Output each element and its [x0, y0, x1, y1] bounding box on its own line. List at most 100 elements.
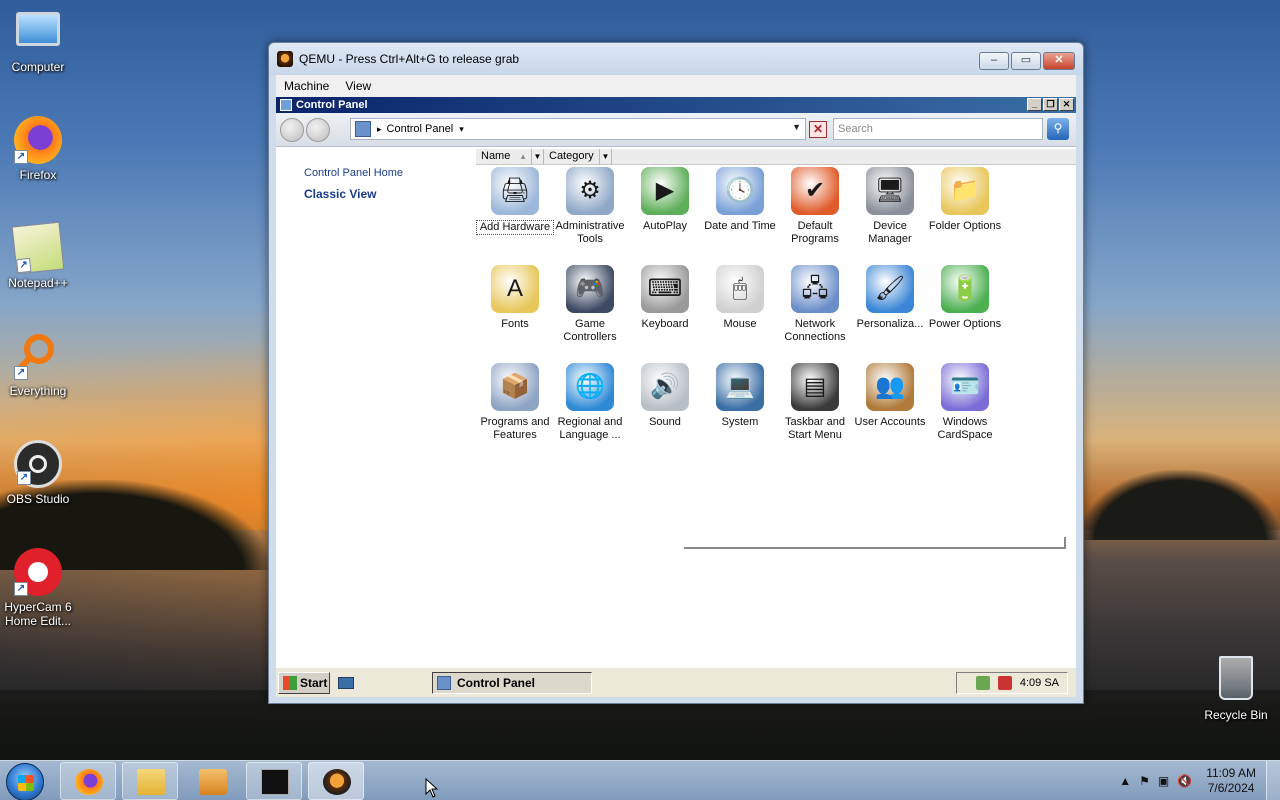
windows-flag-icon	[283, 675, 297, 690]
cp-item-autoplay[interactable]: ▶ AutoPlay	[626, 167, 704, 233]
start-orb-button[interactable]	[6, 763, 44, 800]
qemu-close-button[interactable]: ✕	[1043, 52, 1075, 70]
mouse-cursor-icon	[425, 778, 439, 798]
qemu-minimize-button[interactable]: –	[979, 52, 1009, 70]
qemu-titlebar[interactable]: QEMU - Press Ctrl+Alt+G to release grab …	[269, 43, 1083, 75]
cp-item-windows-cardspace[interactable]: 🪪 Windows CardSpace	[926, 363, 1004, 442]
desktop-icon-label: Computer	[11, 60, 65, 74]
cp-item-programs-and-features[interactable]: 📦 Programs and Features	[476, 363, 554, 442]
wallpaper-trees	[1080, 470, 1280, 540]
cp-item-user-accounts[interactable]: 👥 User Accounts	[851, 363, 929, 429]
taskbar-firefox-button[interactable]	[60, 762, 116, 800]
cp-item-network-connections[interactable]: 🖧 Network Connections	[776, 265, 854, 344]
cp-item-administrative-tools[interactable]: ⚙ Administrative Tools	[551, 167, 629, 246]
qemu-maximize-button[interactable]: ▭	[1011, 52, 1041, 70]
desktop-icon-label: Everything	[9, 384, 67, 398]
desktop-icon-computer[interactable]: Computer	[0, 8, 76, 74]
link-control-panel-home[interactable]: Control Panel Home	[304, 167, 476, 179]
desktop-icon-label: Recycle Bin	[1204, 708, 1268, 722]
media-player-icon	[199, 769, 227, 795]
desktop-icon-firefox[interactable]: ↗ Firefox	[0, 116, 76, 182]
control-panel-titlebar[interactable]: Control Panel _ ❐ ✕	[276, 97, 1076, 113]
left-pane: Control Panel Home Classic View	[276, 149, 476, 667]
desktop-icon-notepadpp[interactable]: ↗ Notepad++	[0, 221, 76, 290]
stop-icon[interactable]: ✕	[809, 121, 827, 138]
cp-minimize-button[interactable]: _	[1027, 98, 1042, 111]
qemu-window[interactable]: QEMU - Press Ctrl+Alt+G to release grab …	[268, 42, 1084, 704]
guest-screen[interactable]: Control Panel _ ❐ ✕ ▸ Control Panel ▾ ▼ …	[276, 97, 1076, 697]
control-panel-icon	[280, 99, 292, 111]
keyboard-icon: ⌨	[641, 265, 689, 313]
cp-item-label: Mouse	[723, 318, 757, 330]
column-name[interactable]: Name ▲	[476, 148, 532, 165]
network-icon[interactable]	[975, 676, 990, 690]
guest-start-button[interactable]: Start	[278, 671, 330, 694]
cp-item-label: Fonts	[501, 318, 529, 330]
guest-clock[interactable]: 4:09 SA	[1020, 677, 1059, 689]
back-button[interactable]	[280, 117, 304, 142]
link-classic-view[interactable]: Classic View	[304, 187, 476, 201]
cp-item-taskbar-and-start-menu[interactable]: ▤ Taskbar and Start Menu	[776, 363, 854, 442]
column-category-dropdown-icon[interactable]: ▼	[600, 148, 612, 165]
search-input[interactable]: Search	[833, 118, 1043, 140]
breadcrumb-dropdown-icon[interactable]: ▾	[459, 124, 464, 135]
cp-close-button[interactable]: ✕	[1059, 98, 1074, 111]
cp-item-mouse[interactable]: 🖱 Mouse	[701, 265, 779, 331]
cp-item-add-hardware[interactable]: 🖨 Add Hardware	[476, 167, 554, 235]
desktop-icon-recycle-bin[interactable]: Recycle Bin	[1198, 656, 1274, 722]
cp-item-sound[interactable]: 🔊 Sound	[626, 363, 704, 429]
volume-muted-icon[interactable]	[997, 676, 1012, 690]
menu-machine[interactable]: Machine	[276, 79, 337, 93]
cp-item-date-and-time[interactable]: 🕓 Date and Time	[701, 167, 779, 233]
cp-item-default-programs[interactable]: ✔ Default Programs	[776, 167, 854, 246]
cp-item-regional-and-language[interactable]: 🌐 Regional and Language ...	[551, 363, 629, 442]
taskbar-qemu-button[interactable]	[308, 762, 364, 800]
desktop-icon-hypercam[interactable]: ↗ HyperCam 6 Home Edit...	[0, 548, 76, 628]
taskbar-cmd-button[interactable]	[246, 762, 302, 800]
menu-view[interactable]: View	[337, 79, 379, 93]
desktop-icon-label: Notepad++	[8, 276, 68, 290]
address-bar[interactable]: ▸ Control Panel ▾ ▼	[350, 118, 806, 140]
desktop-icon-label: Firefox	[19, 168, 57, 182]
action-center-flag-icon[interactable]: ⚑	[1139, 774, 1150, 788]
cp-item-personaliza[interactable]: 🖌 Personaliza...	[851, 265, 929, 331]
desktop-icon-obs[interactable]: ↗ OBS Studio	[0, 440, 76, 506]
column-category[interactable]: Category	[544, 148, 600, 165]
taskbar-media-player-button[interactable]	[184, 762, 240, 800]
control-panel-toolbar: ▸ Control Panel ▾ ▼ ✕ Search ⚲	[276, 113, 1076, 147]
cp-item-fonts[interactable]: A Fonts	[476, 265, 554, 331]
cp-restore-button[interactable]: ❐	[1043, 98, 1058, 111]
fonts-icon: A	[491, 265, 539, 313]
network-icon[interactable]: ▣	[1158, 774, 1169, 788]
tray-overflow-icon[interactable]: ▲	[1119, 774, 1131, 788]
cp-item-keyboard[interactable]: ⌨ Keyboard	[626, 265, 704, 331]
add-hardware-icon: 🖨	[491, 167, 539, 215]
volume-muted-icon[interactable]: 🔇	[1177, 774, 1192, 788]
obs-icon: ↗	[14, 440, 62, 488]
firefox-icon	[75, 769, 103, 795]
cp-item-device-manager[interactable]: 🖥 Device Manager	[851, 167, 929, 246]
guest-task-control-panel[interactable]: Control Panel	[432, 672, 592, 694]
cp-item-folder-options[interactable]: 📁 Folder Options	[926, 167, 1004, 233]
column-header: Name ▲ ▼ Category ▼	[476, 148, 1076, 165]
cp-item-power-options[interactable]: 🔋 Power Options	[926, 265, 1004, 331]
cp-item-system[interactable]: 💻 System	[701, 363, 779, 429]
drag-ghost	[684, 537, 1066, 549]
shortcut-arrow-icon: ↗	[14, 582, 28, 596]
desktop-icon-everything[interactable]: ↗ Everything	[0, 332, 76, 398]
column-name-dropdown-icon[interactable]: ▼	[532, 148, 544, 165]
show-desktop-icon[interactable]	[338, 676, 354, 689]
forward-button[interactable]	[306, 117, 330, 142]
control-panel-items: 🖨 Add Hardware ⚙ Administrative Tools ▶ AutoP…	[476, 167, 1076, 667]
host-clock[interactable]: 11:09 AM 7/6/2024	[1196, 766, 1266, 796]
cp-item-game-controllers[interactable]: 🎮 Game Controllers	[551, 265, 629, 344]
address-dropdown-icon[interactable]: ▼	[792, 122, 801, 132]
cp-item-label: Add Hardware	[476, 220, 554, 235]
show-desktop-button[interactable]	[1266, 761, 1280, 800]
breadcrumb-chevron-icon: ▸	[377, 123, 382, 134]
search-icon[interactable]: ⚲	[1047, 118, 1069, 140]
default-programs-icon: ✔	[791, 167, 839, 215]
taskbar-explorer-button[interactable]	[122, 762, 178, 800]
system-icon: 💻	[716, 363, 764, 411]
clock-time: 11:09 AM	[1206, 766, 1256, 780]
